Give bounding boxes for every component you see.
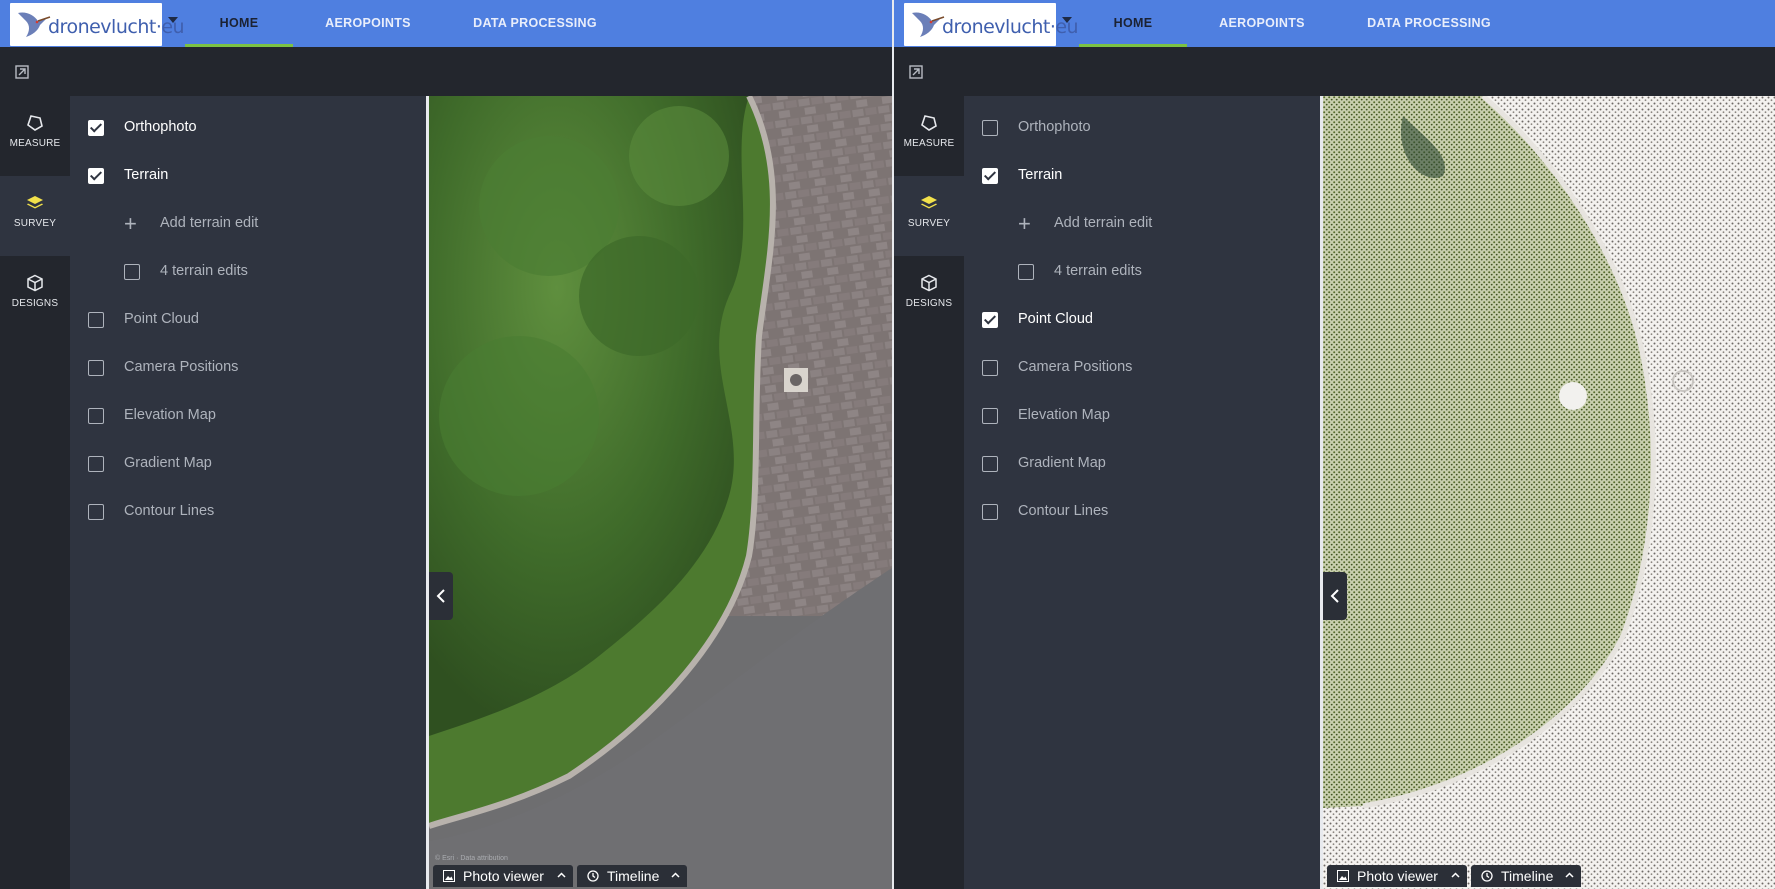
checkbox[interactable]	[88, 120, 104, 136]
tab-home[interactable]: HOME	[1079, 0, 1187, 47]
rail-measure[interactable]: MEASURE	[894, 96, 964, 176]
plus-icon: +	[124, 211, 137, 236]
checkbox[interactable]	[88, 456, 104, 472]
collapse-panel-button[interactable]	[1323, 572, 1347, 620]
checkbox[interactable]	[124, 264, 140, 280]
top-navigation: dronevlucht·eu HOME AEROPOINTS DATA PROC…	[0, 0, 892, 47]
layers-panel: Orthophoto Terrain + Add terrain edit 4 t…	[70, 96, 426, 889]
toolbar	[0, 47, 892, 96]
rail-measure-label: MEASURE	[9, 138, 61, 149]
rail-measure-label: MEASURE	[903, 138, 955, 149]
measure-polygon-icon	[27, 115, 43, 131]
checkbox[interactable]	[1018, 264, 1034, 280]
top-navigation: dronevlucht·eu HOME AEROPOINTS DATA PROC…	[894, 0, 1775, 47]
checkbox[interactable]	[982, 456, 998, 472]
logo-text: dronevlucht·eu	[48, 16, 185, 38]
rail-designs-label: DESIGNS	[905, 298, 953, 309]
plus-icon: +	[1018, 211, 1031, 236]
tab-home[interactable]: HOME	[185, 0, 293, 47]
logo[interactable]: dronevlucht·eu	[10, 3, 185, 46]
chevron-up-icon	[671, 872, 680, 878]
logo[interactable]: dronevlucht·eu	[904, 3, 1079, 46]
timeline-button[interactable]: Timeline	[577, 865, 687, 887]
cube-icon	[27, 274, 43, 292]
rail-designs[interactable]: DESIGNS	[894, 256, 964, 336]
clock-icon	[1481, 870, 1493, 882]
measure-polygon-icon	[921, 115, 937, 131]
tab-data-processing[interactable]: DATA PROCESSING	[465, 0, 605, 47]
tab-aeropoints[interactable]: AEROPOINTS	[313, 0, 423, 47]
image-icon	[1337, 870, 1349, 882]
expand-icon[interactable]	[909, 65, 923, 79]
layers-icon	[27, 196, 43, 209]
project-dropdown-icon[interactable]	[168, 17, 178, 23]
collapse-panel-button[interactable]	[429, 572, 453, 620]
rail-designs[interactable]: DESIGNS	[0, 256, 70, 336]
timeline-button[interactable]: Timeline	[1471, 865, 1581, 887]
chevron-up-icon	[1565, 872, 1574, 878]
chevron-up-icon	[1451, 872, 1460, 878]
tab-aeropoints[interactable]: AEROPOINTS	[1207, 0, 1317, 47]
rail-measure[interactable]: MEASURE	[0, 96, 70, 176]
map-view-orthophoto[interactable]: © Esri · Data attribution Photo viewer T…	[426, 96, 892, 889]
layers-icon	[921, 196, 937, 209]
rail-survey-label: SURVEY	[13, 218, 57, 229]
rail-survey[interactable]: SURVEY	[0, 176, 70, 256]
project-dropdown-icon[interactable]	[1062, 17, 1072, 23]
checkbox[interactable]	[982, 120, 998, 136]
layers-panel: Orthophoto Terrain + Add terrain edit 4 t…	[964, 96, 1320, 889]
timeline-label: Timeline	[607, 868, 660, 884]
checkbox[interactable]	[982, 408, 998, 424]
checkbox[interactable]	[982, 312, 998, 328]
split-view: dronevlucht·eu HOME AEROPOINTS DATA PROC…	[0, 0, 1775, 889]
side-rail: MEASURE SURVEY DESIGNS	[894, 96, 964, 889]
checkbox[interactable]	[982, 168, 998, 184]
orthophoto-image: © Esri · Data attribution	[429, 96, 892, 889]
photo-viewer-label: Photo viewer	[463, 868, 544, 884]
rail-survey[interactable]: SURVEY	[894, 176, 964, 256]
photo-viewer-button[interactable]: Photo viewer	[1327, 865, 1467, 887]
rail-designs-label: DESIGNS	[11, 298, 59, 309]
chevron-left-icon	[436, 589, 445, 603]
left-pane: dronevlucht·eu HOME AEROPOINTS DATA PROC…	[0, 0, 892, 889]
checkbox[interactable]	[88, 504, 104, 520]
map-view-point-cloud[interactable]: Photo viewer Timeline	[1320, 96, 1775, 889]
checkbox[interactable]	[982, 504, 998, 520]
clock-icon	[587, 870, 599, 882]
photo-viewer-label: Photo viewer	[1357, 868, 1438, 884]
checkbox[interactable]	[88, 168, 104, 184]
photo-viewer-button[interactable]: Photo viewer	[433, 865, 573, 887]
rail-survey-label: SURVEY	[907, 218, 951, 229]
chevron-left-icon	[1330, 589, 1339, 603]
timeline-label: Timeline	[1501, 868, 1554, 884]
chevron-up-icon	[557, 872, 566, 878]
checkbox[interactable]	[88, 408, 104, 424]
checkbox[interactable]	[88, 312, 104, 328]
map-bottom-bar: Photo viewer Timeline	[1327, 865, 1581, 889]
image-icon	[443, 870, 455, 882]
svg-text:© Esri · Data attribution: © Esri · Data attribution	[435, 854, 508, 862]
tab-data-processing[interactable]: DATA PROCESSING	[1359, 0, 1499, 47]
right-pane: dronevlucht·eu HOME AEROPOINTS DATA PROC…	[894, 0, 1775, 889]
side-rail: MEASURE SURVEY DESIGNS	[0, 96, 70, 889]
map-bottom-bar: Photo viewer Timeline	[433, 865, 687, 889]
logo-text: dronevlucht·eu	[942, 16, 1079, 38]
checkbox[interactable]	[982, 360, 998, 376]
expand-icon[interactable]	[15, 65, 29, 79]
point-cloud-image	[1323, 96, 1775, 889]
toolbar	[894, 47, 1775, 96]
cube-icon	[921, 274, 937, 292]
hummingbird-logo-icon	[18, 12, 51, 37]
hummingbird-logo-icon	[912, 12, 945, 37]
checkbox[interactable]	[88, 360, 104, 376]
